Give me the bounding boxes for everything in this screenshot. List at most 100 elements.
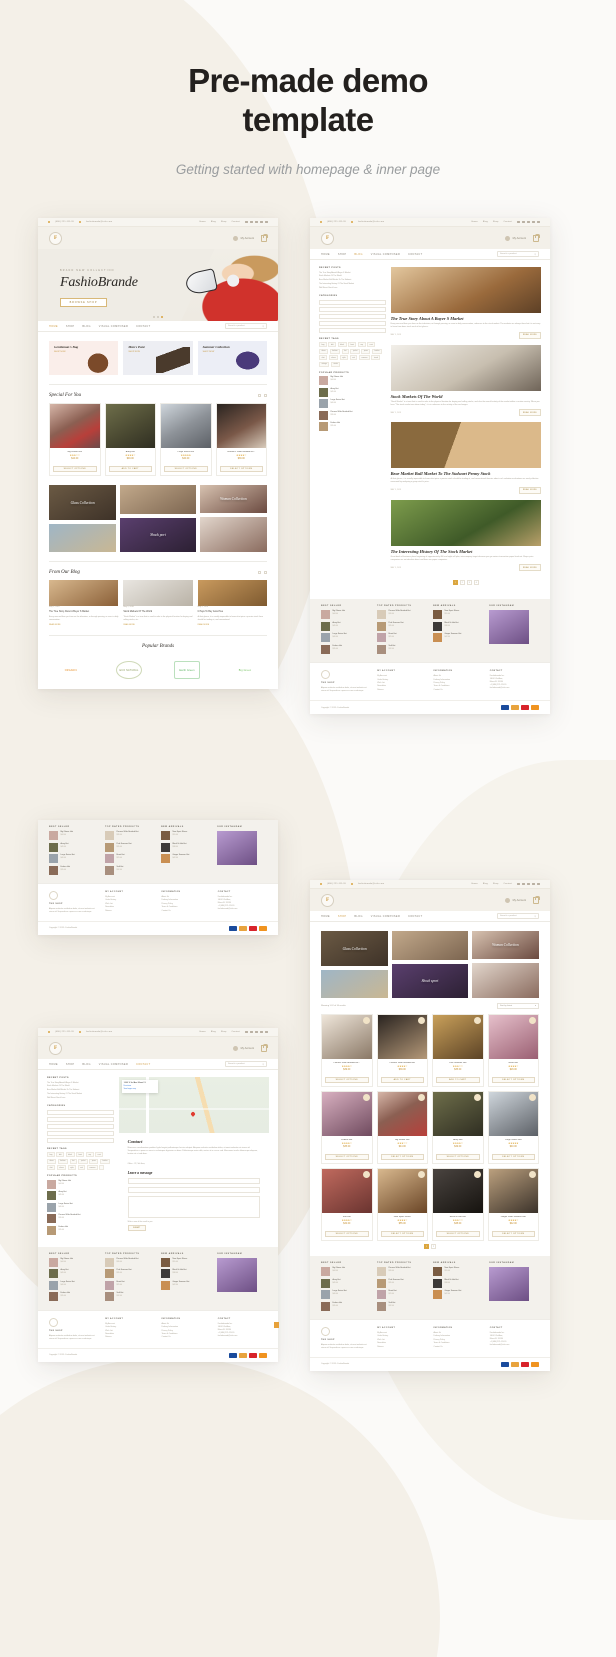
topbar-link-home[interactable]: Home (200, 1031, 206, 1033)
widget-item[interactable]: Pioneer Wide Braided Hat $39.00 (377, 1267, 427, 1276)
widget-item[interactable]: New Sport Shoes $55.00 (161, 831, 211, 840)
category-item[interactable] (47, 1123, 114, 1129)
topbar-link-blog[interactable]: Blog (483, 883, 488, 885)
social-icons[interactable] (245, 220, 268, 224)
search-icon[interactable]: ⚲ (534, 253, 536, 256)
widget-item[interactable]: Army Hat $49.00 (321, 1278, 371, 1288)
widget-item[interactable]: Beret Hat $29.00 (105, 854, 155, 863)
site-logo[interactable]: F (321, 893, 334, 907)
brand-logo-big-green[interactable]: Big Green (232, 661, 258, 679)
tag[interactable]: leather (99, 1158, 111, 1164)
site-logo[interactable]: F (321, 231, 334, 245)
blog-post[interactable]: Bear Market Bull Market To The Stalwart … (390, 422, 541, 494)
facebook-icon[interactable] (245, 1030, 248, 1034)
collage-tile-glass[interactable]: Glass Collection (321, 931, 389, 966)
map-info-card[interactable]: 1400 S 3rd Ave Miami FL Directions View … (121, 1080, 158, 1093)
category-item[interactable] (319, 313, 386, 319)
twitter-icon[interactable] (250, 220, 253, 224)
widget-item[interactable]: Large Series Hat $40.00 (321, 633, 371, 643)
carousel-arrows[interactable] (258, 394, 267, 397)
pagination[interactable]: 1 2 (310, 1241, 550, 1256)
tag[interactable]: boot (348, 342, 357, 348)
widget-item[interactable]: Beret Hat $29.00 (105, 1280, 155, 1290)
widget-item[interactable]: Large Series Hat $40.00 (49, 1280, 99, 1290)
tag[interactable]: fashion (329, 348, 341, 354)
location-map[interactable]: 1400 S 3rd Ave Miami FL Directions View … (118, 1077, 269, 1133)
topbar-link-blog[interactable]: Blog (211, 1031, 216, 1033)
cart-icon[interactable] (261, 233, 268, 242)
nav-item-visual-composer[interactable]: VISUAL COMPOSER (99, 1063, 128, 1066)
collage-tile-bottom[interactable] (199, 517, 267, 552)
nav-item-visual-composer[interactable]: VISUAL COMPOSER (99, 325, 128, 328)
account-button[interactable]: My Account (233, 235, 254, 241)
footer-link[interactable]: Returns (105, 1336, 154, 1339)
cart-icon[interactable] (533, 895, 540, 904)
product-card[interactable]: Ginger Wide Summer Hat ★★★★☆ $42.00 SELECT… (487, 1168, 539, 1241)
sort-dropdown[interactable]: Sort by latest ▾ (497, 1003, 539, 1009)
instagram-icon[interactable] (527, 220, 530, 224)
mockup-homepage-footer[interactable]: BEST SELLER Big Flower Hat $44.00 Army Ha… (38, 820, 278, 935)
product-cta-button[interactable]: SELECT OPTIONS (436, 1231, 480, 1237)
category-item[interactable] (319, 306, 386, 312)
product-card[interactable]: Soft Hat ★★★★☆ $32.00 SELECT OPTIONS (321, 1168, 373, 1241)
wishlist-badge[interactable] (529, 1094, 536, 1101)
product-card[interactable]: Beret Hat ★★★★☆ $29.00 SELECT OPTIONS (487, 1014, 539, 1087)
collage-tile-sunglasses[interactable] (321, 970, 389, 998)
nav-item-visual-composer[interactable]: VISUAL COMPOSER (371, 253, 400, 256)
name-field[interactable] (127, 1177, 260, 1184)
footer-link[interactable]: Returns (105, 910, 154, 913)
wishlist-badge[interactable] (529, 1017, 536, 1024)
tag[interactable]: shoes (56, 1165, 67, 1171)
product-cta-button[interactable]: SELECT OPTIONS (325, 1231, 369, 1237)
slider-dot[interactable] (157, 316, 159, 318)
read-more-button[interactable]: READ MORE (518, 331, 541, 339)
product-card[interactable]: Army Hat ★★★★☆ $49.00 ADD TO CART (104, 403, 156, 476)
category-item[interactable] (319, 299, 386, 305)
instagram-image[interactable] (217, 831, 257, 865)
tag[interactable]: dress (47, 1158, 57, 1164)
collage-tile-shock-sport[interactable]: Shock sport (392, 964, 468, 998)
product-card[interactable]: Women's Wide Braided Ha... ★★★★☆ $39.00 … (215, 403, 267, 476)
tag[interactable]: summer (86, 1165, 98, 1171)
topbar-link-home[interactable]: Home (200, 221, 206, 223)
youtube-icon[interactable] (265, 1030, 268, 1034)
widget-item[interactable]: Soft Hat $32.00 (105, 1292, 155, 1302)
popular-product[interactable]: Pioneer Wide Braided Hat $39.00 (47, 1214, 114, 1224)
widget-item[interactable]: Pioneer Wide Braided Hat $39.00 (377, 610, 427, 620)
collage-tile-shock-port[interactable]: Shock port (120, 518, 196, 552)
browse-shop-button[interactable]: BROWSE SHOP (60, 298, 107, 307)
facebook-icon[interactable] (517, 220, 520, 224)
widget-item[interactable]: New Sport Shoes $55.00 (433, 610, 483, 620)
instagram-icon[interactable] (255, 220, 258, 224)
footer-link[interactable]: Returns (377, 689, 426, 692)
topbar-link-contact[interactable]: Contact (231, 221, 240, 223)
brand-logo-organic[interactable]: ORGANIC (58, 661, 84, 679)
slider-dot-active[interactable] (161, 316, 163, 318)
nav-item-shop[interactable]: SHOP (338, 253, 347, 256)
social-icons[interactable] (245, 1030, 268, 1034)
wishlist-badge[interactable] (362, 1094, 370, 1101)
tag[interactable]: hat (341, 348, 349, 354)
brand-logo-earth-green[interactable]: Earth Green (174, 661, 200, 680)
blog-post[interactable]: Stock Markets Of The World "Stock Market… (390, 344, 541, 417)
topbar-link-contact[interactable]: Contact (503, 221, 512, 223)
product-card[interactable]: Big Flower Hat ★★★☆☆ $44.00 SELECT OPTIONS (376, 1091, 428, 1164)
category-item[interactable] (47, 1109, 114, 1115)
topbar-link-contact[interactable]: Contact (231, 1031, 240, 1033)
tag[interactable]: coat (95, 1152, 104, 1158)
product-cta-button[interactable]: SELECT OPTIONS (436, 1154, 480, 1160)
widget-item[interactable]: Army Hat $49.00 (49, 842, 99, 852)
youtube-icon[interactable] (537, 220, 540, 224)
widget-item[interactable]: Fedora Hat $35.00 (49, 865, 99, 875)
tag[interactable]: style (67, 1165, 77, 1171)
widget-item[interactable]: Ginger Summer Hat $42.00 (161, 854, 211, 863)
tag[interactable]: jacket (350, 348, 360, 354)
widget-item[interactable]: Pale Summer Hat $35.00 (105, 842, 155, 852)
widget-item[interactable]: Pale Summer Hat $35.00 (105, 1269, 155, 1279)
footer-link[interactable]: Contact Us (434, 1346, 483, 1349)
tag[interactable]: belt (56, 1152, 65, 1158)
widget-item[interactable]: Army Hat $49.00 (49, 1269, 99, 1279)
product-card[interactable]: Army Hat ★★★★☆ $49.00 SELECT OPTIONS (432, 1091, 484, 1164)
widget-item[interactable]: Black Hi Hat Hat $38.00 (161, 842, 211, 852)
blog-card[interactable]: May 5, 2018 Stock Markets Of The World "… (123, 580, 193, 626)
